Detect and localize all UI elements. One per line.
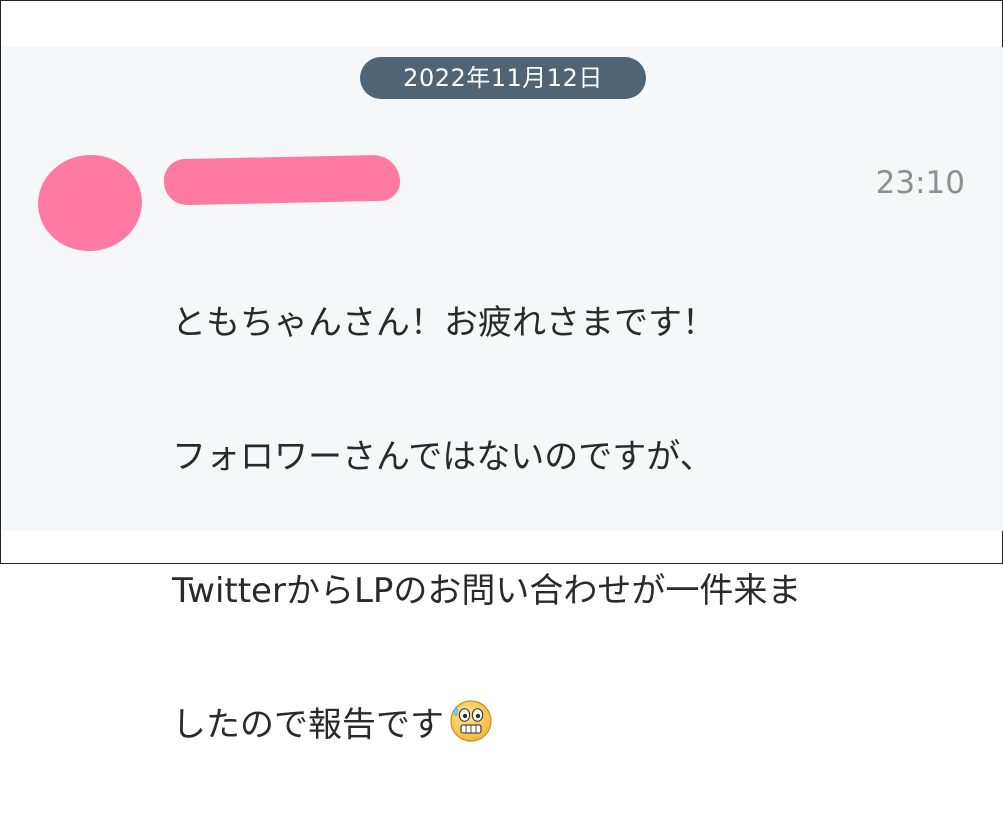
message-line-3: TwitterからLPのお問い合わせが一件来ま (172, 571, 802, 611)
message-line-2: フォロワーさんではないのですが、 (172, 437, 714, 477)
chat-panel: 2022年11月12日 23:10 ともちゃんさん！お疲れさまです！ フォロワー… (2, 47, 1003, 745)
message-line-1: ともちゃんさん！お疲れさまです！ (172, 303, 716, 343)
sender-name-redaction (163, 154, 401, 206)
message-line-4-row: したので報告です (172, 692, 962, 759)
message-time: 23:10 (875, 165, 965, 201)
avatar[interactable] (33, 149, 147, 257)
message-body: ともちゃんさん！お疲れさまです！ フォロワーさんではないのですが、 Twitte… (172, 223, 962, 826)
grinning-sweat-face-icon (450, 700, 492, 742)
date-separator: 2022年11月12日 (360, 57, 646, 99)
screenshot-frame: 2022年11月12日 23:10 ともちゃんさん！お疲れさまです！ フォロワー… (0, 0, 1003, 745)
message-line-4: したので報告です (172, 705, 444, 745)
